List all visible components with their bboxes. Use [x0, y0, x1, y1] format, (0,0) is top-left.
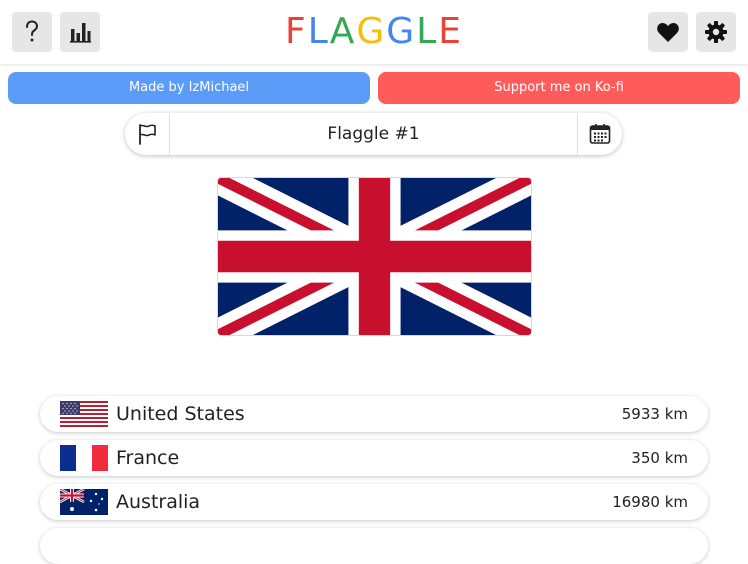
game-title-bar: Flaggle #1	[125, 113, 622, 155]
made-by-button[interactable]: Made by IzMichael	[8, 72, 370, 104]
logo-letter-3: A	[329, 11, 357, 52]
guess-country-name: United States	[116, 403, 245, 425]
guess-row-3: Australia 16980 km	[40, 484, 708, 520]
heart-icon	[657, 23, 679, 42]
calendar-icon	[589, 124, 611, 144]
mode-button[interactable]	[125, 113, 170, 155]
france-flag	[60, 445, 108, 471]
support-kofi-button[interactable]: Support me on Ko-fi	[378, 72, 740, 104]
guess-row-4-partial	[40, 528, 708, 564]
guess-row-2: France 350 km	[40, 440, 708, 476]
logo-letter-7: E	[438, 11, 464, 52]
flag-icon	[139, 124, 156, 145]
logo-letter-1: F	[284, 11, 308, 52]
guess-country-name: France	[116, 447, 180, 469]
guess-distance: 350 km	[631, 449, 688, 467]
favorite-button[interactable]	[648, 12, 688, 52]
united-states-flag	[60, 401, 108, 427]
guess-distance: 5933 km	[621, 405, 688, 423]
guess-row-1: United States 5933 km	[40, 396, 708, 432]
guess-distance: 16980 km	[612, 493, 688, 511]
mystery-flag	[217, 177, 532, 336]
guess-country-name: Australia	[116, 491, 201, 513]
top-bar: FLAGGLE	[0, 0, 748, 64]
game-title: Flaggle #1	[327, 124, 420, 144]
gear-icon	[705, 21, 727, 43]
logo-letter-4: G	[356, 11, 387, 52]
logo-letter-6: L	[416, 11, 439, 52]
settings-button[interactable]	[696, 12, 736, 52]
app-logo: FLAGGLE	[0, 10, 748, 54]
australia-flag	[60, 489, 108, 515]
logo-letter-2: L	[307, 11, 330, 52]
logo-letter-5: G	[386, 11, 417, 52]
calendar-button[interactable]	[577, 113, 622, 155]
united-kingdom-flag	[218, 178, 531, 335]
